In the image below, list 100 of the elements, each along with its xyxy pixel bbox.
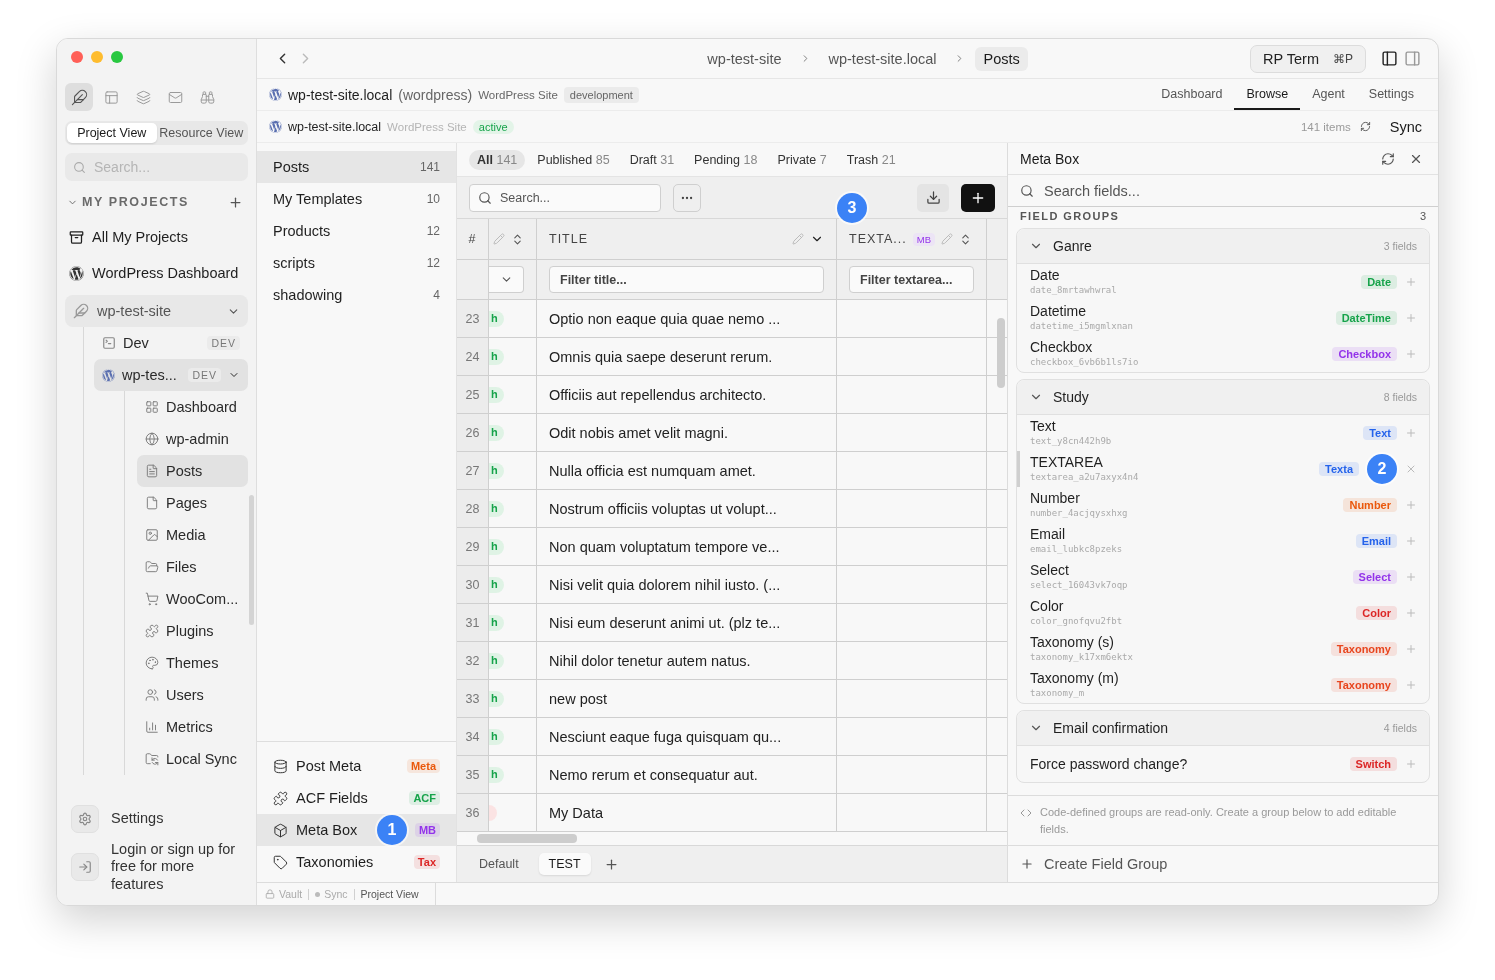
post-type-item[interactable]: Posts 141	[257, 151, 456, 183]
field-row[interactable]: Email email_lubkc8pzeks Email	[1017, 523, 1429, 559]
project-item[interactable]: wp-test-site	[65, 295, 248, 327]
post-type-item[interactable]: shadowing 4	[257, 279, 456, 311]
status-filter[interactable]	[489, 266, 524, 293]
view-tab[interactable]: Resource View	[156, 123, 246, 143]
add-field-button[interactable]	[1405, 643, 1417, 655]
breadcrumb-link[interactable]: wp-test-site	[699, 46, 790, 71]
source-item[interactable]: Meta Box 1 MB	[257, 814, 456, 846]
field-row[interactable]: TEXTAREA textarea_a2u7axyx4n4 Texta 2	[1017, 451, 1429, 487]
status-tab[interactable]: Trash 21	[838, 149, 904, 170]
field-row[interactable]: Taxonomy (m) taxonomy_m Taxonomy	[1017, 667, 1429, 703]
tree-item[interactable]: wp-admin	[137, 423, 248, 455]
page-icon	[145, 496, 159, 510]
tree-item[interactable]: Users	[137, 679, 248, 711]
field-row[interactable]: Color color_gnofqvu2fbt Color	[1017, 595, 1429, 631]
add-field-button[interactable]	[1405, 348, 1417, 360]
source-item[interactable]: ACF Fields ACF	[257, 782, 456, 814]
search-input[interactable]: Search fields...	[1042, 181, 1426, 200]
site-name: wp-test-site.local	[288, 86, 393, 103]
settings-button[interactable]	[71, 804, 99, 833]
nav-tab[interactable]: Browse	[1234, 79, 1301, 110]
search-field[interactable]: Search...	[469, 183, 661, 212]
source-item[interactable]: Taxonomies Tax	[257, 846, 456, 878]
filter-field[interactable]: Filter title...	[549, 266, 824, 293]
post-type-item[interactable]: My Templates 10	[257, 183, 456, 215]
group-header[interactable]: Ganre 3 fields	[1017, 229, 1429, 264]
login-button[interactable]	[71, 852, 99, 881]
sidebar-link[interactable]: All My Projects	[65, 219, 248, 255]
sidebar-link[interactable]: WordPress Dashboard	[65, 255, 248, 291]
view-tab[interactable]: Default	[469, 853, 529, 875]
nav-tab[interactable]: Dashboard	[1149, 79, 1235, 110]
breadcrumb-link[interactable]: Posts	[975, 46, 1028, 71]
status-tab[interactable]: Pending 18	[686, 149, 766, 170]
field-row[interactable]: Datetime datetime_i5mgmlxnan DateTime	[1017, 300, 1429, 336]
terminal-button[interactable]: RP Term ⌘P	[1250, 44, 1366, 73]
scrollbar[interactable]	[997, 318, 1005, 388]
add-button[interactable]	[961, 183, 995, 212]
group-header[interactable]: Email confirmation 4 fields	[1017, 711, 1429, 746]
more-button[interactable]	[673, 183, 701, 212]
field-row[interactable]: Select select_16043vk7oqp Select	[1017, 559, 1429, 595]
tree-item[interactable]: Local Sync	[137, 743, 248, 775]
download-button[interactable]	[917, 183, 949, 212]
source-label: Meta Box	[296, 822, 359, 838]
status-tab[interactable]: Draft 31	[621, 149, 683, 170]
tree-item[interactable]: Metrics	[137, 711, 248, 743]
window-zoom-button[interactable]	[111, 51, 123, 63]
breadcrumb-link[interactable]: wp-test-site.local	[820, 46, 945, 71]
tree-item[interactable]: Themes	[137, 647, 248, 679]
status-tab[interactable]: All 141	[469, 149, 526, 170]
field-row[interactable]: Checkbox checkbox_6vb6b1ls7io Checkbox	[1017, 336, 1429, 372]
status-tab[interactable]: Published 85	[529, 149, 618, 170]
remove-button[interactable]	[1405, 463, 1417, 475]
field-row[interactable]: Taxonomy (s) taxonomy_k17xm6ektx Taxonomy	[1017, 631, 1429, 667]
field-row[interactable]: Number number_4acjqysxhxg Number	[1017, 487, 1429, 523]
nav-tab[interactable]: Settings	[1356, 79, 1426, 110]
post-type-item[interactable]: Products 12	[257, 215, 456, 247]
nav-tab[interactable]: Agent	[1300, 79, 1357, 110]
tree-item[interactable]: Dashboard	[137, 391, 248, 423]
search-input[interactable]: Search...	[498, 189, 652, 206]
tree-item[interactable]: wp-tes... DEV	[94, 359, 248, 391]
source-item[interactable]: Post Meta Meta	[257, 750, 456, 782]
add-field-button[interactable]	[1405, 571, 1417, 583]
tree-item[interactable]: Pages	[137, 487, 248, 519]
scrollbar[interactable]	[249, 495, 254, 625]
tree-item[interactable]: Files	[137, 551, 248, 583]
sync-button[interactable]: Sync	[1379, 118, 1426, 135]
view-tab[interactable]: TEST	[538, 853, 591, 875]
field-row[interactable]: Force password change? Switch	[1017, 746, 1429, 782]
scrollbar[interactable]	[477, 834, 577, 843]
view-tab[interactable]: Project View	[67, 123, 157, 143]
add-field-button[interactable]	[1405, 427, 1417, 439]
post-type-item[interactable]: scripts 12	[257, 247, 456, 279]
filter-input[interactable]: Filter title...	[558, 271, 815, 288]
tree-item[interactable]: Media	[137, 519, 248, 551]
add-field-button[interactable]	[1405, 679, 1417, 691]
field-row[interactable]: Text text_y8cn442h9b Text	[1017, 415, 1429, 451]
tree-item[interactable]: Plugins	[137, 615, 248, 647]
toolbar-button[interactable]	[65, 83, 93, 111]
window-close-button[interactable]	[71, 51, 83, 63]
status-tab[interactable]: Private 7	[769, 149, 835, 170]
tree-item[interactable]: Posts	[137, 455, 248, 487]
create-group-button[interactable]: Create Field Group	[1008, 845, 1438, 882]
add-field-button[interactable]	[1405, 312, 1417, 324]
field-label: Color	[1030, 598, 1065, 615]
window-minimize-button[interactable]	[91, 51, 103, 63]
filter-field[interactable]: Filter textarea...	[849, 266, 974, 293]
add-field-button[interactable]	[1405, 758, 1417, 770]
tree-item[interactable]: Dev DEV	[94, 327, 248, 359]
tree-item[interactable]: WooCom...	[137, 583, 248, 615]
sort-icon	[511, 232, 524, 246]
add-field-button[interactable]	[1405, 535, 1417, 547]
field-row[interactable]: Date date_8mrtawhwral Date	[1017, 264, 1429, 300]
add-field-button[interactable]	[1405, 499, 1417, 511]
group-header[interactable]: Study 8 fields	[1017, 380, 1429, 415]
add-field-button[interactable]	[1405, 276, 1417, 288]
palette-icon	[145, 656, 159, 670]
filter-input[interactable]: Filter textarea...	[858, 271, 965, 288]
add-field-button[interactable]	[1405, 607, 1417, 619]
step-marker: 2	[1367, 454, 1397, 484]
